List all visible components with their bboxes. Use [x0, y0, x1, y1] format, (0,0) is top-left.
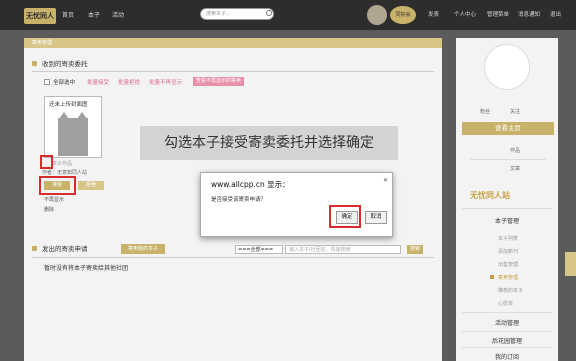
- close-icon[interactable]: ✕: [383, 177, 388, 184]
- cancel-button[interactable]: 取消: [365, 211, 387, 224]
- view-homepage-button[interactable]: 查看主页: [462, 122, 554, 135]
- show-hidden-button[interactable]: 查看不再显示的寄卖: [193, 77, 245, 86]
- divider: [462, 331, 552, 332]
- follow-label: 关注: [510, 109, 521, 115]
- divider: [462, 347, 552, 348]
- instruction-overlay: 勾选本子接受寄卖委托并选择确定: [140, 126, 398, 160]
- hide-link[interactable]: 不再显示: [44, 196, 64, 203]
- nav-events[interactable]: 活动: [112, 10, 124, 19]
- menu-orders[interactable]: 我的订阅: [456, 352, 558, 361]
- site-logo[interactable]: 无忧同人: [24, 8, 56, 24]
- quick-search-button[interactable]: 搜索: [407, 245, 423, 254]
- sidebar-item-book-list[interactable]: 本子列表: [498, 235, 518, 242]
- empty-message: 暂时没有将本子寄卖给其他社团: [44, 265, 129, 272]
- sidebar-item-add-new[interactable]: 添加新刊: [498, 248, 518, 255]
- filter-select[interactable]: ===全部===: [235, 245, 283, 254]
- cover-placeholder-label: 还未上传封面图: [49, 102, 88, 108]
- profile-avatar[interactable]: [484, 44, 530, 90]
- page-title: 寄卖管理: [24, 38, 442, 48]
- ok-button-highlight: [329, 205, 361, 228]
- search-input[interactable]: 搜索本子...: [200, 8, 274, 20]
- confirm-dialog: www.allcpp.cn 显示： ✕ 是否接受该寄卖申请？ 确定 取消: [200, 172, 393, 237]
- dialog-message: 是否接受该寄卖申请？: [211, 197, 267, 203]
- cat-placeholder-icon: [58, 112, 88, 156]
- sidebar-item-sales[interactable]: 出售管理: [498, 261, 518, 268]
- sidebar-item-recommended[interactable]: 推荐的本子: [498, 287, 523, 294]
- articles-label: 文章: [510, 166, 521, 172]
- menu-books-header[interactable]: 本子管理: [456, 216, 558, 225]
- sent-title: 发出的寄卖申请: [42, 245, 88, 253]
- item-title: 本子作品: [52, 161, 73, 167]
- works-label: 作品: [510, 148, 521, 154]
- menu-user-center[interactable]: 个人中心: [454, 10, 476, 18]
- batch-reject-link[interactable]: 批量拒绝: [118, 78, 140, 86]
- fans-label: 粉丝: [480, 109, 491, 115]
- batch-hide-link[interactable]: 批量不再显示: [149, 78, 182, 86]
- menu-admin[interactable]: 管理菜单: [487, 10, 509, 18]
- item-checkbox-highlight[interactable]: [40, 155, 53, 169]
- divider: [470, 159, 546, 160]
- divider: [462, 208, 552, 209]
- accept-button-highlight: [39, 176, 76, 195]
- batch-accept-link[interactable]: 批量接受: [87, 78, 109, 86]
- avatar[interactable]: [367, 5, 387, 25]
- reject-button[interactable]: 拒绝: [78, 181, 104, 190]
- divider: [32, 71, 434, 72]
- dialog-title: www.allcpp.cn 显示：: [211, 180, 290, 189]
- delete-link[interactable]: 删除: [44, 206, 54, 213]
- section-bullet: [32, 246, 37, 251]
- side-logo: 无忧同人站: [470, 191, 510, 200]
- nav-home[interactable]: 首页: [62, 10, 74, 19]
- menu-garden[interactable]: 后花园管理: [456, 336, 558, 345]
- sidebar-item-consignment[interactable]: 寄卖管理: [498, 274, 518, 281]
- consign-my-book-button[interactable]: 寄卖我的本子: [121, 244, 165, 254]
- quick-search-input[interactable]: 输入本子/社团名，快速搜索: [285, 245, 401, 254]
- select-all-label[interactable]: 全部选中: [53, 78, 75, 86]
- club-badge[interactable]: 同好会: [390, 6, 416, 24]
- sidebar-item-wishlist[interactable]: 心愿单: [498, 300, 513, 307]
- menu-notifications[interactable]: 消息通知: [518, 10, 540, 18]
- nav-books[interactable]: 本子: [88, 10, 100, 19]
- active-marker: [490, 275, 494, 279]
- select-all-checkbox[interactable]: [44, 79, 50, 85]
- section-bullet: [32, 61, 37, 66]
- item-author: 作者：无意知同人站: [42, 170, 88, 176]
- side-float-tab[interactable]: [565, 252, 576, 276]
- menu-logout[interactable]: 退出: [550, 10, 561, 18]
- divider: [32, 257, 434, 258]
- menu-activity[interactable]: 活动管理: [456, 318, 558, 327]
- received-title: 收到的寄卖委托: [42, 60, 88, 68]
- search-icon[interactable]: [266, 10, 272, 16]
- menu-post[interactable]: 发表: [428, 10, 439, 18]
- divider: [462, 312, 552, 313]
